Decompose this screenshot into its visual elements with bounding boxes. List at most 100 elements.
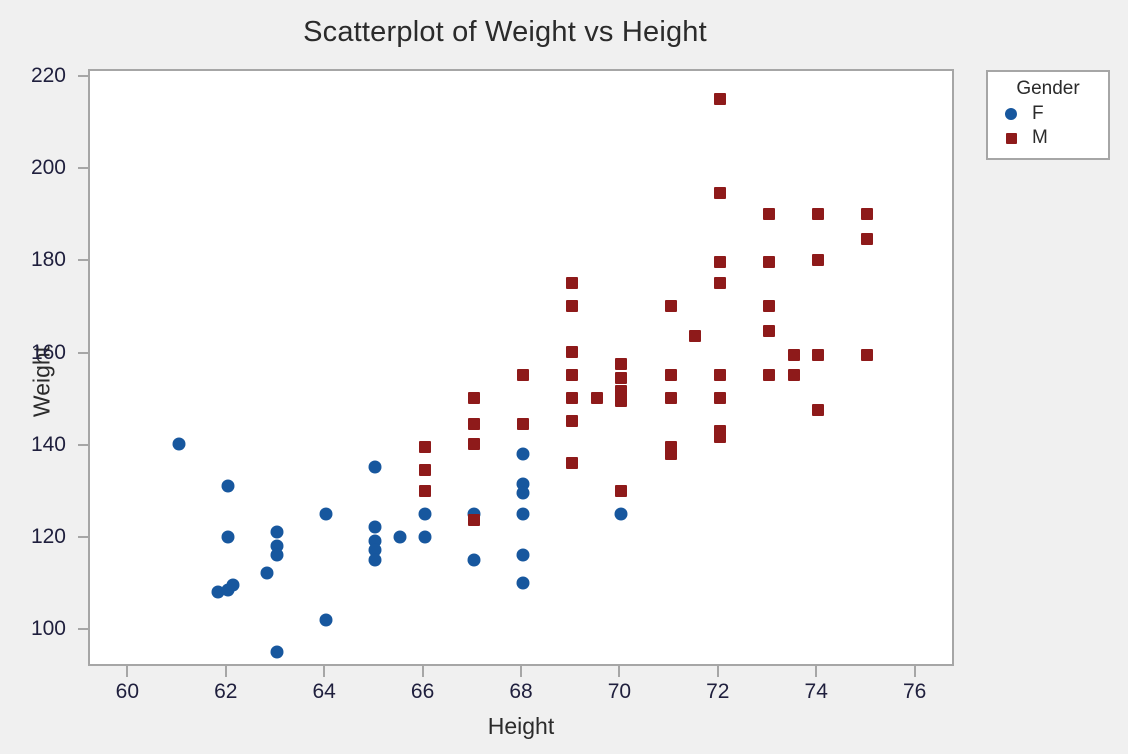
data-point-m bbox=[763, 369, 776, 382]
data-point-m bbox=[517, 417, 529, 430]
data-point-f bbox=[516, 576, 530, 590]
data-point-m bbox=[566, 346, 579, 359]
x-tick-label: 76 bbox=[902, 680, 927, 703]
data-point-f bbox=[226, 578, 240, 592]
data-point-f bbox=[319, 507, 333, 521]
data-point-m bbox=[566, 369, 579, 382]
y-tick-label: 140 bbox=[30, 432, 66, 456]
data-point-m bbox=[664, 369, 677, 382]
data-point-m bbox=[566, 392, 579, 405]
data-point-f bbox=[418, 507, 432, 521]
data-point-f bbox=[221, 479, 235, 493]
legend-swatch-container bbox=[1000, 132, 1022, 144]
x-tick-mark bbox=[224, 666, 227, 677]
x-tick-mark bbox=[126, 666, 129, 677]
legend-swatch-container bbox=[1000, 108, 1022, 120]
y-tick-mark bbox=[78, 167, 88, 170]
data-point-m bbox=[812, 348, 825, 361]
data-point-m bbox=[418, 463, 431, 476]
data-point-m bbox=[812, 207, 825, 220]
data-point-m bbox=[590, 392, 603, 405]
data-point-m bbox=[566, 300, 579, 313]
x-tick-label: 72 bbox=[706, 680, 730, 703]
data-point-f bbox=[368, 553, 382, 567]
plot-area bbox=[88, 69, 954, 666]
data-point-f bbox=[368, 460, 382, 474]
data-point-m bbox=[812, 254, 825, 266]
circle-marker-icon bbox=[1005, 108, 1017, 120]
x-tick-label: 68 bbox=[509, 680, 533, 703]
scatterplot-figure: Scatterplot of Weight vs Height Weight H… bbox=[0, 0, 1128, 754]
data-point-m bbox=[615, 394, 628, 407]
data-point-m bbox=[713, 256, 726, 269]
legend: Gender FM bbox=[986, 70, 1110, 160]
y-tick-mark bbox=[78, 74, 88, 77]
data-point-m bbox=[861, 207, 874, 220]
data-point-m bbox=[763, 325, 776, 338]
data-point-m bbox=[787, 369, 800, 382]
x-axis-title: Height bbox=[487, 713, 555, 739]
data-point-m bbox=[467, 392, 480, 405]
y-tick-label: 100 bbox=[30, 617, 66, 641]
data-point-f bbox=[516, 548, 530, 562]
y-tick-label: 120 bbox=[30, 524, 66, 548]
y-tick-mark bbox=[78, 443, 88, 446]
x-tick-label: 66 bbox=[410, 680, 435, 703]
data-point-m bbox=[861, 233, 874, 246]
data-point-m bbox=[812, 403, 825, 416]
x-tick-label: 74 bbox=[804, 680, 828, 703]
data-point-m bbox=[418, 484, 431, 497]
data-point-f bbox=[221, 530, 235, 544]
data-point-f bbox=[270, 525, 284, 539]
data-point-m bbox=[713, 92, 726, 105]
data-point-f bbox=[319, 613, 333, 627]
x-tick-label: 60 bbox=[115, 680, 140, 703]
x-tick-mark bbox=[913, 666, 916, 677]
data-point-m bbox=[763, 256, 776, 269]
data-point-f bbox=[393, 530, 407, 544]
square-marker-icon bbox=[1005, 132, 1017, 144]
legend-entry-f[interactable]: F bbox=[996, 102, 1100, 126]
y-axis-title: Weight bbox=[28, 345, 55, 418]
data-point-m bbox=[713, 277, 726, 290]
legend-entry-label: M bbox=[1032, 127, 1048, 148]
y-tick-label: 180 bbox=[30, 248, 66, 272]
data-point-m bbox=[566, 415, 579, 428]
data-point-m bbox=[664, 447, 677, 460]
data-point-f bbox=[467, 553, 481, 567]
x-tick-mark bbox=[716, 666, 719, 677]
data-point-f bbox=[516, 447, 530, 461]
x-tick-mark bbox=[618, 666, 621, 677]
data-point-f bbox=[260, 566, 274, 580]
x-tick-label: 64 bbox=[312, 680, 336, 703]
y-tick-label: 200 bbox=[30, 156, 66, 180]
x-tick-label: 62 bbox=[214, 680, 238, 703]
plot-canvas bbox=[90, 71, 952, 664]
data-point-f bbox=[270, 645, 284, 659]
data-point-m bbox=[713, 392, 726, 405]
data-point-m bbox=[517, 369, 529, 382]
data-point-m bbox=[664, 392, 677, 405]
data-point-f bbox=[172, 437, 186, 451]
y-tick-mark bbox=[78, 351, 88, 354]
data-point-m bbox=[664, 300, 677, 313]
legend-entries: FM bbox=[996, 102, 1100, 150]
data-point-m bbox=[713, 431, 726, 444]
chart-title: Scatterplot of Weight vs Height bbox=[303, 16, 707, 48]
data-point-m bbox=[615, 371, 628, 384]
data-point-m bbox=[763, 300, 776, 313]
y-tick-label: 160 bbox=[30, 340, 66, 364]
data-point-m bbox=[467, 514, 480, 527]
data-point-f bbox=[516, 486, 530, 500]
x-tick-mark bbox=[815, 666, 818, 677]
y-tick-mark bbox=[78, 535, 88, 538]
x-tick-mark bbox=[323, 666, 326, 677]
data-point-m bbox=[689, 330, 702, 343]
data-point-f bbox=[614, 507, 628, 521]
data-point-f bbox=[418, 530, 432, 544]
y-tick-label: 220 bbox=[30, 63, 66, 87]
data-point-f bbox=[270, 548, 284, 562]
x-tick-mark bbox=[520, 666, 522, 677]
legend-entry-m[interactable]: M bbox=[996, 126, 1100, 150]
y-tick-mark bbox=[78, 259, 88, 262]
